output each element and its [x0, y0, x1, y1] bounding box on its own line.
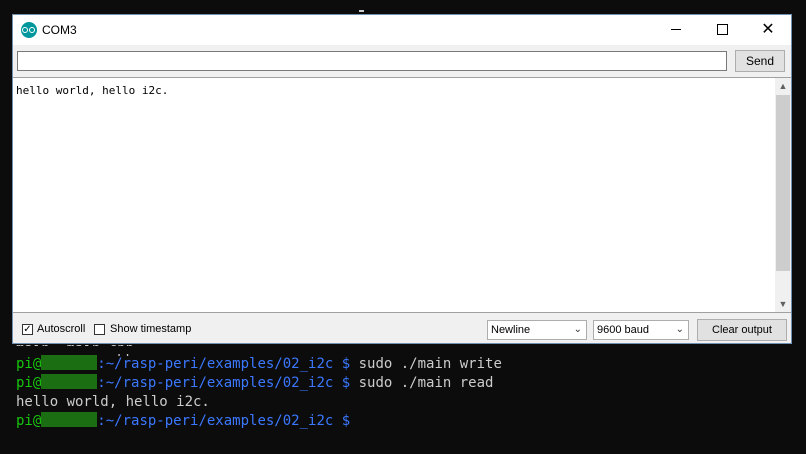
- arduino-icon: [21, 22, 37, 38]
- scroll-thumb[interactable]: [776, 95, 790, 271]
- terminal-mask: [0, 346, 806, 354]
- redacted-hostname: [41, 412, 98, 427]
- chevron-down-icon: ⌄: [573, 324, 582, 335]
- scroll-down-arrow-icon[interactable]: ▼: [775, 296, 791, 312]
- serial-output-text: hello world, hello i2c.: [16, 84, 169, 97]
- baud-rate-value: 9600 baud: [597, 324, 649, 336]
- terminal-command: sudo ./main write: [350, 356, 502, 372]
- prompt-path: :~/rasp-peri/examples/02_i2c $: [97, 356, 351, 372]
- prompt-user: pi@: [16, 356, 42, 372]
- send-button[interactable]: Send: [735, 50, 785, 72]
- clear-output-button[interactable]: Clear output: [697, 319, 787, 341]
- terminal-output: hello world, hello i2c.: [16, 394, 210, 410]
- prompt-user: pi@: [16, 413, 42, 429]
- terminal-line[interactable]: pi@ :~/rasp-peri/examples/02_i2c $: [16, 412, 350, 431]
- timestamp-checkbox[interactable]: [94, 324, 105, 335]
- terminal-command: sudo ./main read: [350, 375, 494, 391]
- autoscroll-checkbox[interactable]: ✓: [22, 324, 33, 335]
- close-button[interactable]: ✕: [745, 15, 791, 45]
- send-input[interactable]: [17, 51, 727, 71]
- prompt-path: :~/rasp-peri/examples/02_i2c $: [97, 413, 351, 429]
- minimize-icon: [671, 29, 681, 31]
- prompt-user: pi@: [16, 375, 42, 391]
- prompt-path: :~/rasp-peri/examples/02_i2c $: [97, 375, 351, 391]
- redacted-hostname: [41, 374, 98, 389]
- serial-monitor-window: COM3 ✕ Send hello world, hello i2c. ▲ ▼ …: [12, 14, 792, 344]
- autoscroll-label[interactable]: Autoscroll: [37, 323, 85, 335]
- terminal-line: hello world, hello i2c.: [16, 393, 210, 412]
- close-icon: ✕: [761, 21, 775, 38]
- redacted-hostname: [41, 355, 98, 370]
- terminal-cursor-mark: [359, 10, 364, 12]
- vertical-scrollbar[interactable]: ▲ ▼: [775, 78, 791, 312]
- minimize-button[interactable]: [653, 15, 699, 45]
- scroll-up-arrow-icon[interactable]: ▲: [775, 78, 791, 94]
- chevron-down-icon: ⌄: [675, 324, 684, 335]
- terminal-line: pi@ :~/rasp-peri/examples/02_i2c $ sudo .…: [16, 374, 493, 393]
- title-bar[interactable]: COM3 ✕: [13, 15, 791, 45]
- line-ending-value: Newline: [491, 324, 531, 336]
- maximize-button[interactable]: [699, 15, 745, 45]
- terminal-line: pi@ :~/rasp-peri/examples/02_i2c $ sudo .…: [16, 355, 502, 374]
- maximize-icon: [716, 24, 728, 36]
- line-ending-select[interactable]: Newline ⌄: [487, 320, 587, 340]
- checkmark-icon: ✓: [23, 324, 32, 335]
- baud-rate-select[interactable]: 9600 baud ⌄: [593, 320, 689, 340]
- window-title: COM3: [42, 23, 77, 37]
- bottom-toolbar: ✓ Autoscroll Show timestamp Newline ⌄ 96…: [13, 315, 791, 343]
- serial-output[interactable]: hello world, hello i2c. ▲ ▼: [13, 77, 791, 313]
- timestamp-label[interactable]: Show timestamp: [110, 323, 191, 335]
